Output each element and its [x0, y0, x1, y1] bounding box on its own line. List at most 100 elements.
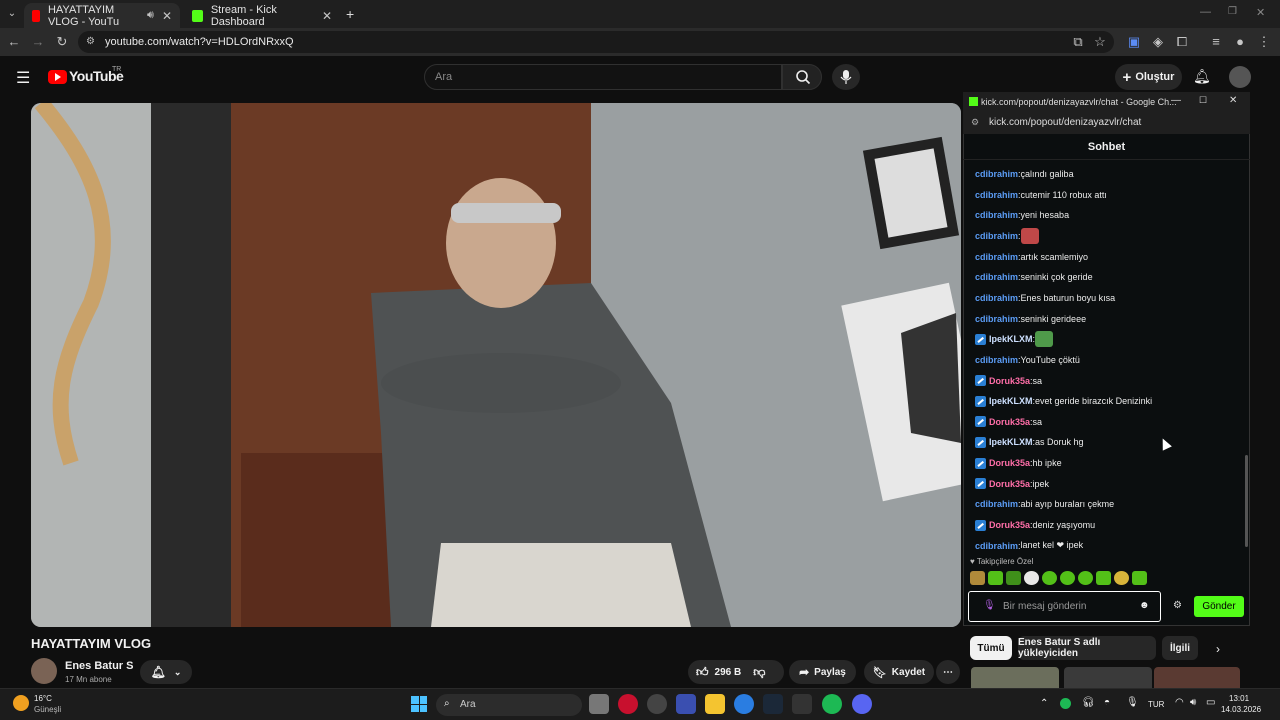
opera-icon[interactable]: [618, 694, 638, 714]
maximize-icon[interactable]: ❐: [1228, 6, 1237, 17]
chat-username[interactable]: cdibrahim: [975, 252, 1018, 262]
battery-icon[interactable]: ▭: [1206, 697, 1215, 708]
menu-kebab-icon[interactable]: ⋮: [1256, 34, 1272, 50]
headset-icon[interactable]: 🎧︎: [1082, 697, 1095, 708]
translate-icon[interactable]: ▣: [1126, 34, 1142, 50]
chip-from-uploader[interactable]: Enes Batur S adlı yükleyiciden: [1018, 636, 1156, 660]
close-icon[interactable]: ✕: [1229, 95, 1237, 106]
discord-icon[interactable]: [852, 694, 872, 714]
chat-message-input[interactable]: 🎙︎ Bir mesaj gönderin ☻: [968, 591, 1161, 622]
emote-icon[interactable]: [1114, 571, 1129, 585]
back-icon[interactable]: ←: [6, 34, 22, 50]
emote-icon[interactable]: [1024, 571, 1039, 585]
weather-sun-icon[interactable]: [13, 695, 29, 711]
site-info-icon[interactable]: ⚙: [86, 36, 95, 47]
create-button[interactable]: + Oluştur: [1115, 64, 1182, 90]
search-input[interactable]: Ara: [424, 64, 782, 90]
install-icon[interactable]: ⧉: [1070, 34, 1086, 50]
new-tab-button[interactable]: +: [346, 6, 354, 22]
chat-username[interactable]: cdibrahim: [975, 314, 1018, 324]
show-hidden-icons-chevron-icon[interactable]: ⌃: [1040, 698, 1048, 709]
chip-all[interactable]: Tümü: [970, 636, 1012, 660]
emote-icon[interactable]: [1006, 571, 1021, 585]
steam-icon[interactable]: [763, 694, 783, 714]
input-language[interactable]: TUR: [1148, 700, 1164, 709]
notifications-bell-icon[interactable]: 🔔︎: [1193, 68, 1211, 85]
chat-message-list[interactable]: cdibrahim: çalındı galiba cdibrahim: cute…: [963, 160, 1250, 551]
media-control-icon[interactable]: ≡: [1208, 34, 1224, 50]
microphone-icon[interactable]: 🎙︎: [983, 600, 996, 611]
hamburger-menu-icon[interactable]: ☰: [16, 68, 30, 88]
reload-icon[interactable]: ↻: [54, 34, 70, 50]
channel-name[interactable]: Enes Batur S: [65, 660, 133, 672]
emoji-picker-icon[interactable]: ☻: [1139, 600, 1150, 611]
clock-date[interactable]: 14.03.2026: [1221, 705, 1261, 714]
chat-username[interactable]: cdibrahim: [975, 293, 1018, 303]
close-tab-icon[interactable]: ✕: [162, 9, 172, 23]
chip-related[interactable]: İlgili: [1162, 636, 1198, 660]
start-windows-icon[interactable]: [411, 696, 427, 712]
recommended-thumbnail[interactable]: [1154, 667, 1240, 688]
task-view-icon[interactable]: [589, 694, 609, 714]
search-button[interactable]: [782, 64, 822, 90]
chat-username[interactable]: Doruk35a: [989, 520, 1030, 530]
recommended-thumbnail[interactable]: [1064, 667, 1152, 688]
chat-username[interactable]: cdibrahim: [975, 190, 1018, 200]
tab-kick[interactable]: Stream - Kick Dashboard ✕: [184, 3, 340, 28]
spotify-icon[interactable]: [822, 694, 842, 714]
chat-username[interactable]: Doruk35a: [989, 417, 1030, 427]
capcut-icon[interactable]: [792, 694, 812, 714]
site-info-icon[interactable]: ⚙: [971, 117, 979, 128]
chat-username[interactable]: cdibrahim: [975, 541, 1018, 551]
send-button[interactable]: Gönder: [1194, 596, 1244, 617]
chevron-right-icon[interactable]: ›: [1216, 642, 1220, 656]
emote-icon[interactable]: [988, 571, 1003, 585]
chat-username[interactable]: IpekKLXM: [989, 396, 1033, 406]
subscribed-button[interactable]: 🔔︎ ⌄: [140, 660, 192, 684]
microphone-tray-icon[interactable]: 🎙︎: [1126, 697, 1139, 708]
forward-icon[interactable]: →: [30, 34, 46, 50]
maximize-icon[interactable]: ☐: [1199, 95, 1207, 106]
file-explorer-icon[interactable]: [705, 694, 725, 714]
emote-icon[interactable]: [1096, 571, 1111, 585]
chat-username[interactable]: Doruk35a: [989, 479, 1030, 489]
like-button[interactable]: 👍︎ 296 B 👎︎: [688, 660, 784, 684]
emote-icon[interactable]: [1042, 571, 1057, 585]
save-button[interactable]: 🔖︎ Kaydet: [864, 660, 934, 684]
chat-username[interactable]: IpekKLXM: [989, 437, 1033, 447]
close-tab-icon[interactable]: ✕: [322, 9, 332, 23]
tab-youtube[interactable]: HAYATTAYIM VLOG - YouTu 🔊︎ ✕: [24, 3, 180, 28]
youtube-logo-icon[interactable]: [48, 70, 67, 84]
thumbs-down-icon[interactable]: 👎︎: [753, 665, 765, 680]
emote-icon[interactable]: [970, 571, 985, 585]
chat-username[interactable]: cdibrahim: [975, 169, 1018, 179]
emote-bar[interactable]: [970, 571, 1160, 587]
chat-settings-gear-icon[interactable]: ⚙: [1173, 600, 1182, 611]
volume-icon[interactable]: 🔊︎: [1190, 697, 1196, 708]
chrome-icon[interactable]: [734, 694, 754, 714]
video-player[interactable]: [31, 103, 961, 627]
chat-scrollbar[interactable]: [1245, 455, 1248, 547]
bookmark-star-icon[interactable]: ☆: [1092, 34, 1108, 50]
chat-username[interactable]: Doruk35a: [989, 458, 1030, 468]
chat-username[interactable]: cdibrahim: [975, 499, 1018, 509]
minimize-icon[interactable]: —: [1171, 95, 1181, 106]
more-actions-button[interactable]: ⋯: [936, 660, 960, 684]
speaker-icon[interactable]: 🔊︎: [147, 9, 154, 22]
profile-icon[interactable]: ●: [1232, 34, 1248, 50]
close-window-icon[interactable]: ✕: [1256, 6, 1265, 19]
clock-time[interactable]: 13:01: [1229, 694, 1249, 703]
emote-icon[interactable]: [1060, 571, 1075, 585]
extensions-puzzle-icon[interactable]: ⧠: [1174, 34, 1190, 50]
chat-username[interactable]: IpekKLXM: [989, 334, 1033, 344]
extension-icon[interactable]: ◈: [1150, 34, 1166, 50]
share-button[interactable]: ➦ Paylaş: [789, 660, 856, 684]
emote-icon[interactable]: [1132, 571, 1147, 585]
chat-username[interactable]: cdibrahim: [975, 210, 1018, 220]
app-icon[interactable]: [647, 694, 667, 714]
spotify-tray-icon[interactable]: [1060, 698, 1071, 709]
app-tray-icon[interactable]: ◓: [1104, 697, 1110, 708]
chat-username[interactable]: cdibrahim: [975, 231, 1018, 241]
tab-search-icon[interactable]: ⌄: [4, 6, 20, 22]
recommended-thumbnail[interactable]: [971, 667, 1059, 688]
